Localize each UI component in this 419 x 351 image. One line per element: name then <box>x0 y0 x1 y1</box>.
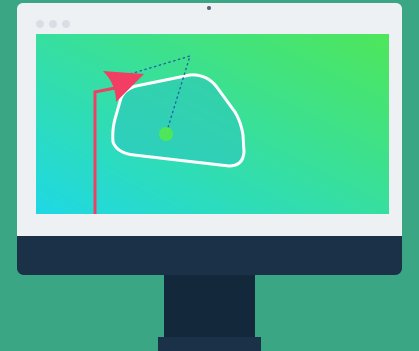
camera-icon <box>207 6 211 10</box>
window-control-dot-icon <box>36 20 44 28</box>
monitor-screen <box>36 34 389 214</box>
window-control-dot-icon <box>62 20 70 28</box>
screen-illustration <box>36 34 389 214</box>
monitor-stand <box>164 275 255 337</box>
center-point <box>159 127 173 141</box>
monitor-chin <box>17 236 402 275</box>
monitor-stand-base <box>158 337 261 351</box>
window-control-dot-icon <box>49 20 57 28</box>
